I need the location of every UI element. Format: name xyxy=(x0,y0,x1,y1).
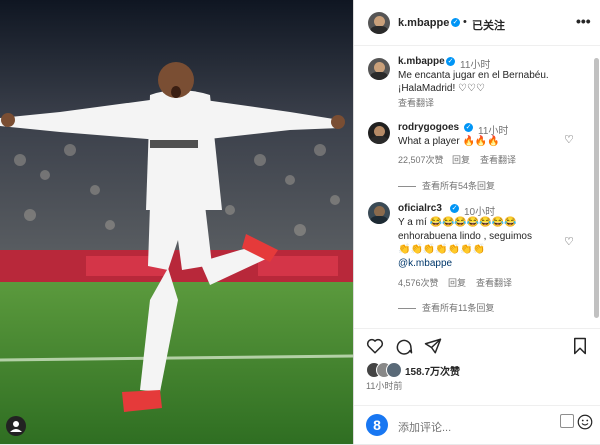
comment-reply-link[interactable]: 回复 xyxy=(448,276,466,289)
comment-text-line-1: Y a mí 😂😂😂😂😂😂😂 xyxy=(398,217,517,228)
comment-mention-link[interactable]: @k.mbappe xyxy=(398,258,452,269)
comment-likes[interactable]: 22,507次赞 xyxy=(398,153,444,166)
caption-avatar[interactable] xyxy=(368,58,390,80)
header-separator: • xyxy=(463,16,467,28)
instagram-post-modal: k.mbappe ✓ • 已关注 ••• k.mbappe ✓ 11小时 Me … xyxy=(0,0,600,444)
verified-badge-icon: ✓ xyxy=(451,18,460,27)
post-photo xyxy=(0,0,353,444)
view-replies-toggle[interactable]: 查看所有54条回复 xyxy=(398,179,495,192)
comment-avatar[interactable] xyxy=(368,202,390,224)
author-username[interactable]: k.mbappe xyxy=(398,17,449,29)
comment-username[interactable]: oficialrc3 xyxy=(398,203,442,214)
comment-text: What a player 🔥🔥🔥 xyxy=(398,136,500,147)
comment-input[interactable]: 添加评论... xyxy=(398,419,451,435)
post-time: 11小时前 xyxy=(366,381,403,391)
caption-translate-link[interactable]: 查看翻译 xyxy=(398,96,434,109)
comment-like-heart-icon[interactable]: ♡ xyxy=(564,235,574,248)
comment-like-heart-icon[interactable]: ♡ xyxy=(564,133,574,146)
caption-time: 11小时 xyxy=(460,60,491,71)
comment-avatar[interactable] xyxy=(368,122,390,144)
comment-text-line-3: 👏👏👏👏👏👏👏 xyxy=(398,244,486,255)
more-options-icon[interactable]: ••• xyxy=(576,13,591,29)
format-icon[interactable] xyxy=(560,414,574,428)
follow-status-button[interactable]: 已关注 xyxy=(472,17,505,33)
comment-reply-link[interactable]: 回复 xyxy=(452,153,470,166)
comment-time: 11小时 xyxy=(478,126,509,137)
caption-username[interactable]: k.mbappe xyxy=(398,56,445,67)
comments-panel: k.mbappe ✓ • 已关注 ••• k.mbappe ✓ 11小时 Me … xyxy=(353,0,600,444)
caption-line-2: ¡HalaMadrid! ♡♡♡ xyxy=(398,83,485,94)
comment-likes[interactable]: 4,576次赞 xyxy=(398,276,439,289)
comment-username[interactable]: rodrygogoes xyxy=(398,122,459,133)
comment-composer: 8 添加评论... xyxy=(354,405,600,445)
likes-count[interactable]: 158.7万次赞 xyxy=(405,363,460,378)
extension-8-icon[interactable]: 8 xyxy=(366,414,388,436)
post-photo-graphic xyxy=(0,0,353,444)
post-actions: 158.7万次赞 11小时前 xyxy=(354,328,600,409)
verified-badge-icon: ✓ xyxy=(450,204,459,213)
post-header: k.mbappe ✓ • 已关注 ••• xyxy=(354,0,600,46)
share-send-icon[interactable] xyxy=(424,337,442,360)
like-heart-icon[interactable] xyxy=(366,337,384,360)
verified-badge-icon: ✓ xyxy=(446,57,455,66)
emoji-icon[interactable] xyxy=(576,413,594,436)
comment-translate-link[interactable]: 查看翻译 xyxy=(476,276,512,289)
verified-badge-icon: ✓ xyxy=(464,123,473,132)
save-bookmark-icon[interactable] xyxy=(572,337,588,360)
comments-scrollbar[interactable] xyxy=(594,58,599,318)
liker-avatar[interactable] xyxy=(386,362,402,378)
comment-translate-link[interactable]: 查看翻译 xyxy=(480,153,516,166)
author-avatar[interactable] xyxy=(368,12,390,34)
caption-line-1: Me encanta jugar en el Bernabéu. xyxy=(398,70,549,81)
comment-bubble-icon[interactable] xyxy=(395,337,413,360)
tagged-user-icon[interactable] xyxy=(6,416,26,436)
comment-time: 10小时 xyxy=(464,207,496,218)
view-replies-toggle[interactable]: 查看所有11条回复 xyxy=(398,301,494,314)
comment-text-line-2: enhorabuena lindo , seguimos xyxy=(398,231,532,242)
